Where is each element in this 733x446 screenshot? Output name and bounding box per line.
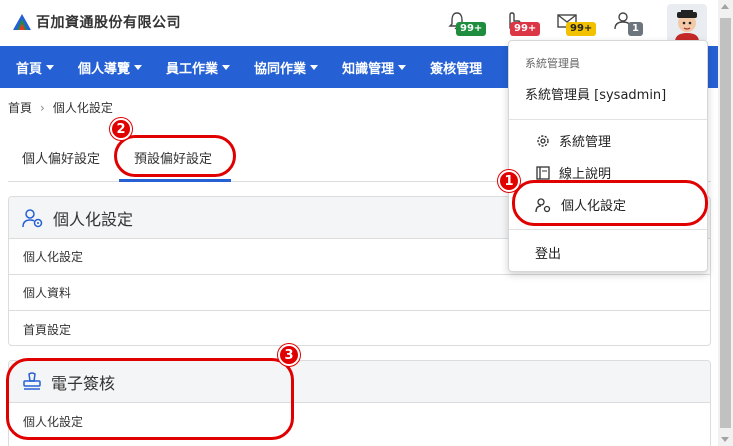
nav-knowledge[interactable]: 知識管理 [330,58,418,77]
menu-item-system-admin[interactable]: 系統管理 [535,131,611,150]
annotation-number: 3 [278,344,300,366]
approval-badge: 99+ [510,22,541,36]
mail-badge: 99+ [566,22,597,36]
annotation-number: 2 [110,118,132,140]
bell-badge: 99+ [456,22,487,36]
annotation-circle [114,135,236,177]
nav-personal-guide[interactable]: 個人導覽 [66,58,154,77]
annotation-circle [512,180,708,226]
scroll-down-icon[interactable] [721,437,729,442]
chevron-down-icon [222,64,231,70]
annotation-circle [6,358,294,440]
gear-icon [537,134,549,147]
scrollbar-thumb[interactable] [720,18,731,428]
vertical-scrollbar[interactable] [718,0,733,446]
user-avatar-button[interactable] [667,4,707,42]
scroll-up-icon[interactable] [721,4,729,9]
breadcrumb-home[interactable]: 首頁 [8,99,32,116]
breadcrumb: 首頁 › 個人化設定 [8,99,113,116]
chevron-down-icon [134,64,143,70]
company-logo[interactable]: 百加資通股份有限公司 [12,12,181,32]
chevron-down-icon [46,64,55,70]
divider [509,229,707,230]
book-icon [536,165,550,180]
notification-mail[interactable]: 99+ [556,10,597,36]
user-dropdown-menu: 系統管理員 系統管理員 [sysadmin] 系統管理 線上說明 個人化設定 登… [508,40,708,272]
tab-personal-preferences[interactable]: 個人偏好設定 [22,148,100,167]
notification-user[interactable]: 1 [612,10,643,36]
dropdown-role: 系統管理員 [525,57,580,70]
user-settings-icon [22,208,43,227]
chevron-down-icon [398,64,407,70]
nav-approval[interactable]: 簽核管理 [418,58,494,77]
divider [509,119,707,120]
chevron-down-icon [310,64,319,70]
list-item[interactable]: 首頁設定 [9,311,710,345]
active-tab-indicator [119,179,231,182]
dropdown-user: 系統管理員 [sysadmin] [525,88,667,103]
notification-bell[interactable]: 99+ [446,10,487,36]
list-item[interactable]: 個人資料 [9,275,710,311]
avatar-icon [675,10,699,42]
company-name: 百加資通股份有限公司 [36,15,181,31]
nav-collaboration[interactable]: 協同作業 [242,58,330,77]
user-badge: 1 [628,22,643,36]
breadcrumb-current: 個人化設定 [52,101,113,115]
menu-item-logout[interactable]: 登出 [535,243,561,262]
notification-approval[interactable]: 99+ [502,10,541,36]
nav-employee-tasks[interactable]: 員工作業 [154,58,242,77]
card-title: 個人化設定 [53,209,134,229]
logo-icon [13,14,31,30]
nav-home[interactable]: 首頁 [4,58,66,77]
annotation-number: 1 [498,170,520,192]
chevron-right-icon: › [40,100,45,115]
